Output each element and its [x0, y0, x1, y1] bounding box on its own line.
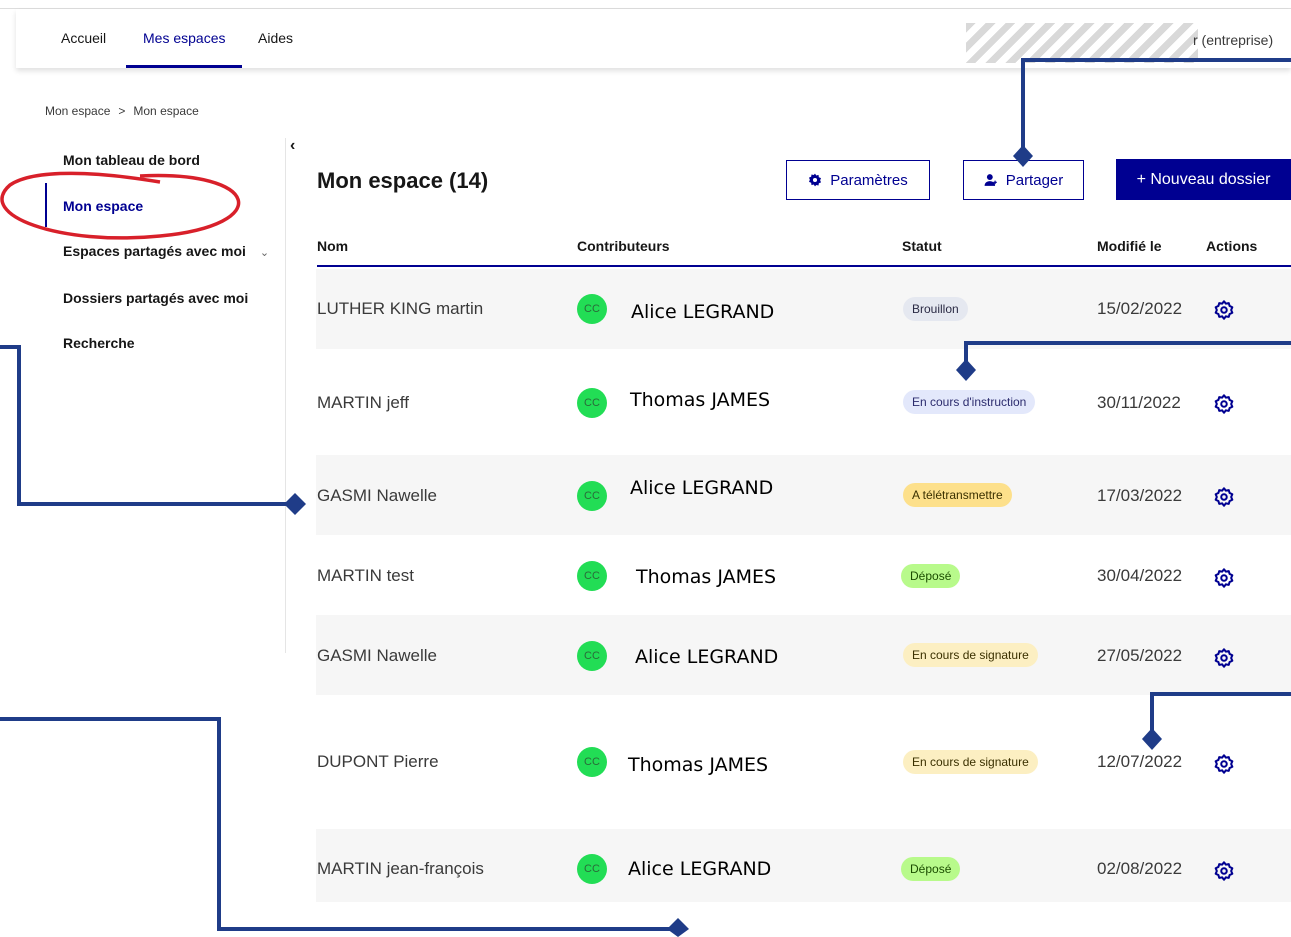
avatar: CC [577, 854, 607, 884]
sidebar-item-mon-espace[interactable]: Mon espace [63, 198, 143, 214]
row-date: 30/11/2022 [1097, 393, 1181, 412]
status-badge: En cours de signature [903, 643, 1038, 667]
user-add-icon [984, 174, 997, 186]
column-header-modifie-le[interactable]: Modifié le [1097, 238, 1162, 254]
table-row[interactable]: MARTIN jean-françois CC Alice LEGRAND Dé… [316, 829, 1291, 902]
callout-line-name [0, 345, 286, 506]
row-date: 12/07/2022 [1097, 752, 1183, 771]
gear-icon [809, 173, 822, 187]
column-header-actions: Actions [1206, 238, 1258, 254]
row-contributor: Thomas JAMES [628, 754, 769, 776]
gear-icon[interactable] [1213, 860, 1235, 882]
breadcrumb: Mon espace > Mon espace [45, 104, 199, 118]
table-row[interactable]: GASMI Nawelle CC Alice LEGRAND A télétra… [316, 455, 1291, 535]
row-date: 15/02/2022 [1097, 299, 1183, 318]
column-header-nom[interactable]: Nom [317, 238, 348, 254]
row-name[interactable]: LUTHER KING martin [317, 299, 483, 319]
nav-active-underline [126, 65, 242, 68]
sidebar-item-label: Espaces partagés avec moi [63, 243, 246, 259]
row-contributor: Alice LEGRAND [635, 646, 779, 668]
nav-item-aides[interactable]: Aides [258, 30, 293, 46]
breadcrumb-current: Mon espace [133, 104, 199, 118]
sidebar-divider [285, 138, 286, 653]
redacted-user-name [966, 23, 1198, 63]
share-button[interactable]: Partager [963, 160, 1084, 200]
status-badge: A télétransmettre [903, 483, 1012, 507]
avatar: CC [577, 561, 607, 591]
chevron-down-icon: ⌄ [259, 247, 270, 259]
row-contributor: Alice LEGRAND [628, 858, 772, 880]
callout-line-share [1021, 58, 1291, 152]
gear-icon[interactable] [1213, 647, 1235, 669]
gear-icon[interactable] [1213, 567, 1235, 589]
sidebar-active-indicator [45, 183, 47, 227]
column-header-statut[interactable]: Statut [902, 238, 942, 254]
row-name[interactable]: MARTIN jeff [317, 393, 409, 413]
page-title: Mon espace (14) [317, 168, 489, 193]
avatar: CC [577, 481, 607, 511]
sidebar-item-recherche[interactable]: Recherche [63, 335, 135, 351]
callout-marker [667, 918, 689, 937]
table-row[interactable]: LUTHER KING martin CC Alice LEGRAND Brou… [316, 269, 1291, 349]
row-name[interactable]: MARTIN test [317, 566, 414, 586]
status-badge: En cours de signature [903, 750, 1038, 774]
share-button-label: Partager [1005, 171, 1064, 189]
collapse-sidebar-icon[interactable]: ‹ [290, 137, 295, 155]
row-date: 02/08/2022 [1097, 859, 1183, 878]
table-row[interactable]: MARTIN test CC Thomas JAMES Déposé 30/04… [316, 536, 1291, 614]
row-contributor: Alice LEGRAND [630, 477, 774, 499]
avatar: CC [577, 747, 607, 777]
gear-icon[interactable] [1213, 753, 1235, 775]
row-date: 30/04/2022 [1097, 566, 1183, 585]
nav-item-accueil[interactable]: Accueil [61, 30, 106, 46]
breadcrumb-separator-icon: > [118, 104, 126, 118]
sidebar-item-espaces-partages[interactable]: Espaces partagés avec moi ⌄ [63, 243, 269, 259]
row-name[interactable]: GASMI Nawelle [317, 646, 437, 666]
gear-icon[interactable] [1213, 486, 1235, 508]
row-contributor: Thomas JAMES [630, 389, 771, 411]
top-navigation: Accueil Mes espaces Aides r (entreprise) [16, 9, 1291, 68]
settings-button[interactable]: Paramètres [786, 160, 930, 200]
table-row[interactable]: DUPONT Pierre CC Thomas JAMES En cours d… [316, 722, 1291, 804]
table-row[interactable]: GASMI Nawelle CC Alice LEGRAND En cours … [316, 615, 1291, 695]
row-name[interactable]: MARTIN jean-françois [317, 859, 484, 879]
settings-button-label: Paramètres [830, 171, 908, 189]
nav-item-mes-espaces[interactable]: Mes espaces [143, 30, 225, 46]
sidebar-item-dossiers-partages[interactable]: Dossiers partagés avec moi [63, 290, 248, 306]
user-account-label[interactable]: r (entreprise) [1193, 32, 1273, 48]
avatar: CC [577, 388, 607, 418]
status-badge: Déposé [901, 857, 961, 881]
sidebar-item-tableau-de-bord[interactable]: Mon tableau de bord [63, 152, 200, 168]
table-header-underline [317, 265, 1291, 267]
status-badge: Brouillon [903, 297, 968, 321]
row-name[interactable]: DUPONT Pierre [317, 752, 439, 772]
avatar: CC [577, 641, 607, 671]
status-badge: Déposé [901, 564, 961, 588]
gear-icon[interactable] [1213, 299, 1235, 321]
table-row[interactable]: MARTIN jeff CC Thomas JAMES En cours d'i… [316, 362, 1291, 444]
row-date: 17/03/2022 [1097, 486, 1183, 505]
row-contributor: Alice LEGRAND [631, 301, 775, 323]
breadcrumb-item[interactable]: Mon espace [45, 104, 110, 118]
column-header-contributeurs[interactable]: Contributeurs [577, 238, 670, 254]
row-name[interactable]: GASMI Nawelle [317, 486, 437, 506]
new-folder-button[interactable]: + Nouveau dossier [1116, 159, 1291, 200]
row-date: 27/05/2022 [1097, 646, 1183, 665]
callout-marker [284, 493, 306, 515]
row-contributor: Thomas JAMES [636, 566, 777, 588]
gear-icon[interactable] [1213, 393, 1235, 415]
status-badge: En cours d'instruction [903, 390, 1036, 414]
avatar: CC [577, 294, 607, 324]
